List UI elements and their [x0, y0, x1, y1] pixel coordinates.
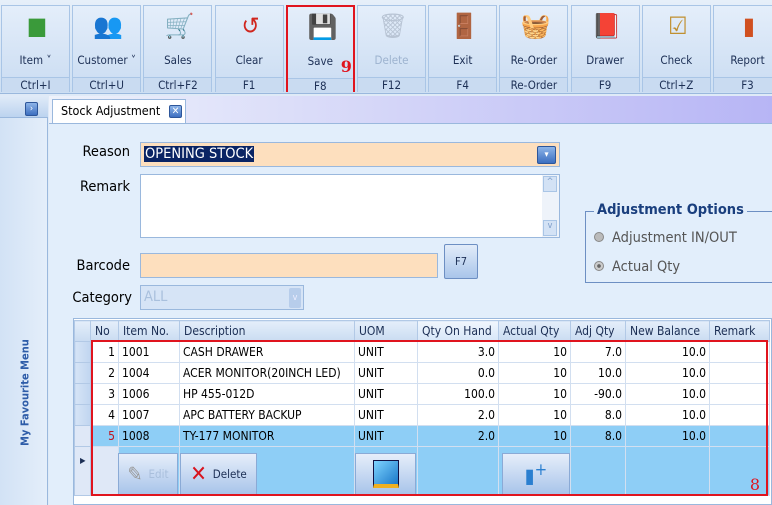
column-header[interactable]: Description	[179, 320, 355, 342]
toolbar-button-label: Drawer	[586, 53, 624, 67]
toolbar-check-button[interactable]: ☑ Check Ctrl+Z	[641, 5, 711, 92]
tab-stock-adjustment[interactable]: Stock Adjustment ✕	[52, 99, 186, 124]
toolbar-shortcut-label: Ctrl+F2	[144, 77, 212, 92]
toolbar-shortcut-label: Ctrl+Z	[642, 77, 710, 92]
row-header[interactable]	[74, 362, 91, 384]
category-dropdown[interactable]: ALL v	[140, 285, 304, 310]
barcode-lookup-button[interactable]: F7	[444, 244, 478, 279]
toolbar-drawer-button[interactable]: 📕 Drawer F9	[570, 5, 640, 92]
toolbar-shortcut-label: Re-Order	[500, 77, 568, 92]
column-header[interactable]: Item No.	[118, 320, 180, 342]
row-header[interactable]	[74, 341, 91, 363]
reason-dropdown[interactable]: OPENING STOCK ▾	[140, 142, 560, 167]
remark-textarea[interactable]: ^ v	[140, 174, 560, 238]
toolbar-sales-button[interactable]: 🛒 Sales Ctrl+F2	[143, 5, 213, 92]
scroll-down-icon[interactable]: v	[543, 220, 557, 236]
toolbar-shortcut-label: F9	[571, 77, 639, 92]
radio-icon[interactable]	[594, 232, 604, 242]
toolbar-shortcut-label: F8	[287, 78, 353, 93]
barcode-label: Barcode	[76, 258, 130, 274]
highlight-number: 9	[340, 57, 352, 76]
toolbar-shortcut-label: F4	[429, 77, 497, 92]
toolbar-shortcut-label: F12	[358, 77, 425, 92]
toolbar-button-label: Check	[660, 53, 693, 67]
toolbar-button-label: Clear	[235, 53, 263, 67]
toolbar-item-button[interactable]: ■ Item ˅ Ctrl+I	[1, 5, 70, 92]
tab-label: Stock Adjustment	[61, 103, 161, 118]
row-header[interactable]	[74, 383, 91, 405]
toolbar-delete-button[interactable]: 🗑 Delete F12	[357, 5, 426, 92]
drawer-icon: 📕	[591, 12, 622, 40]
column-header[interactable]: Adj Qty	[570, 320, 626, 342]
column-header[interactable]: Remark	[709, 320, 770, 342]
checklist-icon: ☑	[668, 12, 688, 40]
toolbar-report-button[interactable]: ▮ Report F3	[713, 5, 772, 92]
people-icon: 👥	[93, 12, 124, 40]
grid-highlight-box: 8	[91, 340, 768, 496]
reason-value: OPENING STOCK	[144, 146, 255, 162]
radio-adjustment-in-out[interactable]: Adjustment IN/OUT	[594, 230, 737, 246]
radio-checked-icon[interactable]	[594, 261, 604, 271]
radio-label: Adjustment IN/OUT	[612, 230, 737, 246]
reason-label: Reason	[82, 144, 130, 160]
toolbar-button-label: Item ˅	[19, 53, 52, 67]
column-header[interactable]: Actual Qty	[498, 320, 571, 342]
toolbar-save-button[interactable]: 💾 Save F8 9	[285, 5, 355, 93]
toolbar-re-order-button[interactable]: 🧺 Re-Order Re-Order	[499, 5, 569, 92]
radio-label: Actual Qty	[612, 259, 681, 275]
scroll-up-icon[interactable]: ^	[543, 176, 557, 192]
chevron-down-icon[interactable]: v	[289, 288, 301, 308]
trash-icon: 🗑	[377, 12, 409, 40]
toolbar-customer-button[interactable]: 👥 Customer ˅ Ctrl+U	[72, 5, 142, 92]
floppy-icon: 💾	[307, 13, 338, 41]
cubes-icon: ■	[26, 12, 48, 40]
toolbar-button-label: Customer ˅	[77, 53, 137, 67]
column-header[interactable]: UOM	[354, 320, 418, 342]
category-value: ALL	[144, 289, 168, 305]
clear-icon: ↺	[241, 12, 260, 40]
toolbar-shortcut-label: F3	[714, 77, 772, 92]
barcode-input[interactable]	[140, 253, 438, 278]
exit-door-icon: 🚪	[449, 12, 480, 40]
chevron-down-icon[interactable]: ▾	[537, 146, 556, 164]
column-header[interactable]: Qty On Hand	[417, 320, 499, 342]
toolbar-exit-button[interactable]: 🚪 Exit F4	[428, 5, 498, 92]
toolbar-shortcut-label: Ctrl+U	[73, 77, 141, 92]
radio-actual-qty[interactable]: Actual Qty	[594, 259, 680, 275]
toolbar-button-label: Report	[730, 53, 765, 67]
adjustment-options-group: Adjustment Options Adjustment IN/OUT Act…	[585, 202, 772, 283]
adjustment-options-title: Adjustment Options	[594, 202, 747, 218]
bar-chart-icon: ▮	[743, 12, 755, 40]
toolbar-clear-button[interactable]: ↺ Clear F1	[214, 5, 284, 92]
current-row-indicator-icon: ▶	[80, 456, 86, 465]
toolbar-button-label: Delete	[374, 53, 409, 67]
toolbar-button-label: Sales	[164, 53, 192, 67]
remark-scrollbar[interactable]: ^ v	[542, 175, 559, 237]
expand-sidebar-button[interactable]: ›	[25, 102, 38, 116]
column-header[interactable]: New Balance	[625, 320, 710, 342]
row-header-corner	[74, 320, 91, 342]
favourite-menu-sidebar: › My Favourite Menu	[0, 96, 48, 505]
toolbar: ■ Item ˅ Ctrl+I 👥 Customer ˅ Ctrl+U 🛒 Sale…	[0, 0, 772, 94]
sidebar-title: My Favourite Menu	[18, 339, 32, 446]
highlight-number: 8	[749, 475, 760, 494]
column-header[interactable]: No	[90, 320, 119, 342]
close-tab-icon[interactable]: ✕	[169, 105, 182, 118]
basket-icon: 🧺	[520, 12, 551, 40]
toolbar-button-label: Exit	[452, 53, 473, 67]
toolbar-button-label: Re-Order	[510, 53, 558, 67]
cart-icon: 🛒	[164, 12, 195, 40]
category-label: Category	[72, 290, 132, 306]
remark-label: Remark	[79, 179, 130, 195]
toolbar-shortcut-label: F1	[215, 77, 283, 92]
row-header[interactable]	[74, 404, 91, 426]
toolbar-shortcut-label: Ctrl+I	[2, 77, 69, 92]
row-header[interactable]	[74, 425, 91, 447]
